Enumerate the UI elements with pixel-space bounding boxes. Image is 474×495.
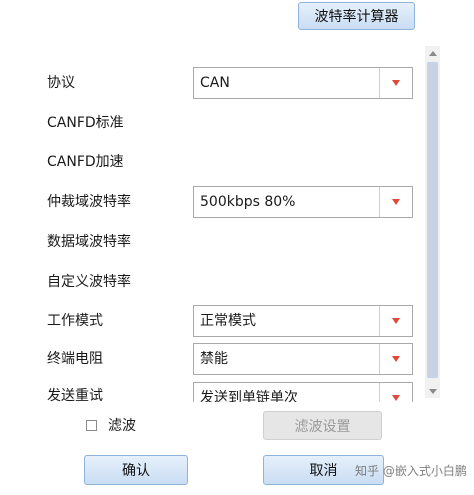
label-protocol: 协议: [47, 75, 75, 91]
chevron-down-icon: [392, 199, 400, 205]
termination-resistor-dropdown-button[interactable]: [379, 344, 412, 374]
filter-checkbox[interactable]: [86, 420, 97, 431]
arbitration-baud-dropdown-button[interactable]: [379, 187, 412, 217]
filter-settings-button[interactable]: 滤波设置: [263, 411, 382, 440]
termination-resistor-select[interactable]: 禁能: [193, 343, 413, 375]
chevron-down-icon: [392, 318, 400, 324]
send-retry-select[interactable]: 发送到单链单次: [193, 382, 413, 402]
arrow-down-icon: [428, 388, 437, 394]
arbitration-baud-value: 500kbps 80%: [200, 194, 296, 210]
label-termination-resistor: 终端电阻: [47, 351, 103, 367]
protocol-select[interactable]: CAN: [193, 67, 413, 99]
chevron-down-icon: [392, 80, 400, 86]
work-mode-dropdown-button[interactable]: [379, 306, 412, 336]
label-canfd-acceleration: CANFD加速: [47, 154, 124, 170]
chevron-down-icon: [392, 395, 400, 401]
termination-resistor-value: 禁能: [200, 351, 228, 367]
arrow-up-icon: [428, 50, 437, 56]
baud-rate-calculator-button[interactable]: 波特率计算器: [298, 2, 415, 30]
label-work-mode: 工作模式: [47, 313, 103, 329]
filter-checkbox-label[interactable]: 滤波: [108, 416, 136, 436]
vertical-scrollbar[interactable]: [425, 46, 440, 398]
label-data-baud: 数据域波特率: [47, 234, 131, 250]
send-retry-value: 发送到单链单次: [200, 390, 298, 402]
scroll-down-button[interactable]: [425, 384, 440, 398]
label-arbitration-baud: 仲裁域波特率: [47, 194, 131, 210]
ok-button[interactable]: 确认: [84, 455, 188, 485]
label-canfd-standard: CANFD标准: [47, 115, 124, 131]
send-retry-dropdown-button[interactable]: [379, 383, 412, 402]
work-mode-value: 正常模式: [200, 313, 256, 329]
work-mode-select[interactable]: 正常模式: [193, 305, 413, 337]
label-custom-baud: 自定义波特率: [47, 274, 131, 290]
protocol-dropdown-button[interactable]: [379, 68, 412, 98]
arbitration-baud-select[interactable]: 500kbps 80%: [193, 186, 413, 218]
chevron-down-icon: [392, 356, 400, 362]
label-send-retry: 发送重试: [47, 388, 103, 402]
scrollbar-thumb[interactable]: [427, 62, 438, 378]
watermark-text: 知乎 @嵌入式小白鹏: [355, 464, 467, 478]
protocol-value: CAN: [200, 75, 230, 91]
scroll-clip-area: 发送重试 发送到单链单次: [0, 380, 424, 402]
scroll-up-button[interactable]: [425, 46, 440, 60]
